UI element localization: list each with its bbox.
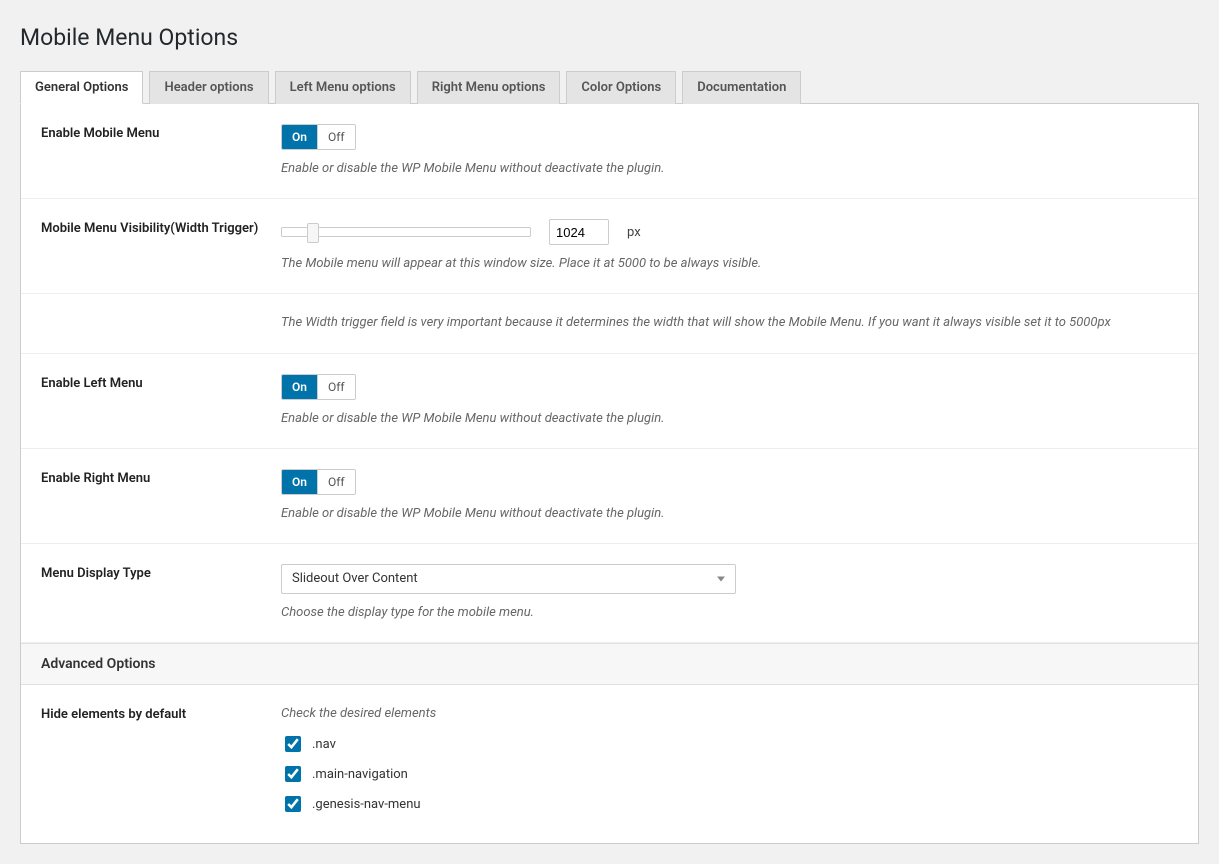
toggle-on: On: [282, 125, 317, 149]
checkbox-label-genesis-nav-menu: .genesis-nav-menu: [312, 797, 421, 812]
tab-left-menu-options[interactable]: Left Menu options: [275, 71, 411, 104]
row-width-trigger: Mobile Menu Visibility(Width Trigger) px…: [21, 199, 1198, 294]
tab-header-options[interactable]: Header options: [149, 71, 268, 104]
toggle-on: On: [282, 470, 317, 494]
label-width-note: [41, 314, 281, 332]
width-trigger-slider[interactable]: [281, 227, 531, 237]
toggle-off: Off: [317, 375, 355, 399]
label-enable-mobile-menu: Enable Mobile Menu: [41, 124, 281, 178]
toggle-off: Off: [317, 125, 355, 149]
toggle-off: Off: [317, 470, 355, 494]
toggle-on: On: [282, 375, 317, 399]
check-row-main-navigation: .main-navigation: [281, 763, 1178, 785]
desc-width-note: The Width trigger field is very importan…: [281, 314, 1178, 332]
row-display-type: Menu Display Type Slideout Over Content …: [21, 544, 1198, 643]
tab-right-menu-options[interactable]: Right Menu options: [417, 71, 561, 104]
desc-display-type: Choose the display type for the mobile m…: [281, 604, 1178, 622]
label-enable-left-menu: Enable Left Menu: [41, 374, 281, 428]
desc-enable-mobile-menu: Enable or disable the WP Mobile Menu wit…: [281, 160, 1178, 178]
checkbox-label-main-navigation: .main-navigation: [312, 767, 408, 782]
toggle-enable-mobile-menu[interactable]: On Off: [281, 124, 356, 150]
tab-documentation[interactable]: Documentation: [682, 71, 801, 104]
row-enable-left-menu: Enable Left Menu On Off Enable or disabl…: [21, 354, 1198, 449]
desc-width-trigger: The Mobile menu will appear at this wind…: [281, 255, 1178, 273]
desc-hide-elements: Check the desired elements: [281, 705, 1178, 723]
label-enable-right-menu: Enable Right Menu: [41, 469, 281, 523]
select-display-type[interactable]: Slideout Over Content: [281, 564, 736, 594]
row-hide-elements: Hide elements by default Check the desir…: [21, 685, 1198, 843]
row-enable-mobile-menu: Enable Mobile Menu On Off Enable or disa…: [21, 104, 1198, 199]
toggle-enable-left-menu[interactable]: On Off: [281, 374, 356, 400]
width-trigger-input[interactable]: [549, 219, 609, 245]
desc-enable-left-menu: Enable or disable the WP Mobile Menu wit…: [281, 410, 1178, 428]
select-display-type-value: Slideout Over Content: [292, 571, 418, 586]
tab-color-options[interactable]: Color Options: [566, 71, 676, 104]
desc-enable-right-menu: Enable or disable the WP Mobile Menu wit…: [281, 505, 1178, 523]
section-advanced-options: Advanced Options: [21, 643, 1198, 685]
width-trigger-unit: px: [627, 225, 641, 240]
label-display-type: Menu Display Type: [41, 564, 281, 622]
label-width-trigger: Mobile Menu Visibility(Width Trigger): [41, 219, 281, 273]
slider-handle-icon[interactable]: [307, 223, 319, 243]
checkbox-label-nav: .nav: [312, 737, 336, 752]
tab-nav: General Options Header options Left Menu…: [20, 71, 1199, 104]
row-enable-right-menu: Enable Right Menu On Off Enable or disab…: [21, 449, 1198, 544]
checkbox-nav[interactable]: [285, 736, 301, 752]
check-row-nav: .nav: [281, 733, 1178, 755]
checkbox-main-navigation[interactable]: [285, 766, 301, 782]
tab-general-options[interactable]: General Options: [20, 71, 143, 104]
toggle-enable-right-menu[interactable]: On Off: [281, 469, 356, 495]
page-title: Mobile Menu Options: [20, 24, 1199, 51]
label-hide-elements: Hide elements by default: [41, 705, 281, 823]
check-row-genesis-nav-menu: .genesis-nav-menu: [281, 793, 1178, 815]
checkbox-genesis-nav-menu[interactable]: [285, 796, 301, 812]
row-width-note: The Width trigger field is very importan…: [21, 294, 1198, 353]
settings-panel: Enable Mobile Menu On Off Enable or disa…: [20, 104, 1199, 844]
chevron-down-icon: [717, 576, 725, 581]
